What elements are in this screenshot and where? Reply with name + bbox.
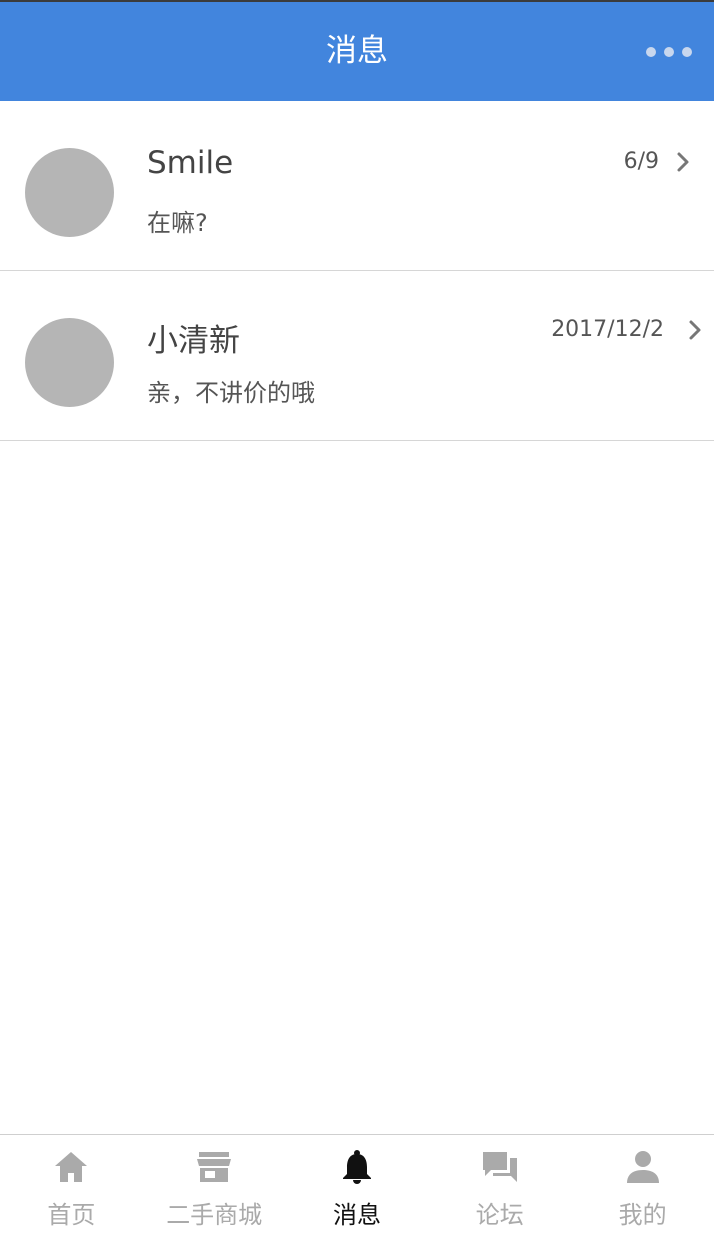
- message-list: Smile 在嘛? 6/9 小清新 亲，不讲价的哦 2017/12/2: [0, 101, 714, 441]
- tab-profile[interactable]: 我的: [571, 1135, 714, 1235]
- message-date: 6/9: [623, 149, 659, 174]
- bell-icon: [342, 1150, 371, 1184]
- tab-home[interactable]: 首页: [0, 1135, 143, 1235]
- message-item[interactable]: 小清新 亲，不讲价的哦 2017/12/2: [0, 271, 714, 441]
- more-dot-icon: [682, 47, 692, 57]
- more-dot-icon: [664, 47, 674, 57]
- bottom-tab-bar: 首页 二手商城 消息 论坛 我的: [0, 1134, 714, 1235]
- avatar: [25, 148, 114, 237]
- tab-label: 首页: [47, 1201, 96, 1229]
- tab-messages[interactable]: 消息: [286, 1135, 429, 1235]
- tab-forum[interactable]: 论坛: [428, 1135, 571, 1235]
- message-preview: 亲，不讲价的哦: [147, 379, 315, 407]
- more-options-button[interactable]: [646, 42, 692, 62]
- message-preview: 在嘛?: [147, 209, 208, 237]
- sender-name: 小清新: [147, 323, 240, 359]
- message-date: 2017/12/2: [551, 317, 664, 342]
- tab-label: 二手商城: [166, 1201, 263, 1229]
- header-bar: 消息: [0, 2, 714, 101]
- avatar: [25, 318, 114, 407]
- tab-label: 论坛: [475, 1201, 524, 1229]
- tab-label: 我的: [618, 1201, 667, 1229]
- tab-market[interactable]: 二手商城: [143, 1135, 286, 1235]
- chevron-right-icon: [689, 320, 701, 340]
- store-icon: [197, 1152, 232, 1182]
- forum-icon: [482, 1152, 517, 1182]
- sender-name: Smile: [147, 145, 234, 181]
- tab-label: 消息: [332, 1201, 381, 1229]
- page-title: 消息: [326, 33, 388, 69]
- more-dot-icon: [646, 47, 656, 57]
- home-icon: [55, 1152, 88, 1182]
- message-item[interactable]: Smile 在嘛? 6/9: [0, 101, 714, 271]
- person-icon: [626, 1151, 659, 1183]
- chevron-right-icon: [677, 152, 689, 172]
